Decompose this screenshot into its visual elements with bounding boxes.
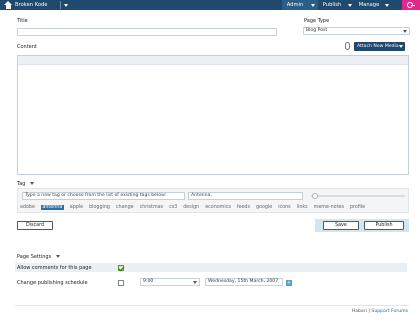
publishing-schedule-row: Change publishing schedule 9:00 Wednesda… [15, 278, 407, 287]
time-value: 9:00 [143, 279, 154, 284]
tag-hint: Type a new tag or choose from the list o… [22, 192, 185, 200]
tag-item[interactable]: antenna [40, 205, 64, 210]
divider [60, 1, 61, 9]
page-type-select[interactable]: Blog Post [303, 27, 410, 35]
tag-item[interactable]: links [297, 205, 308, 210]
allow-comments-checkbox[interactable] [118, 264, 124, 271]
tag-item[interactable]: icons [278, 205, 290, 210]
publish-menu-button[interactable]: Publish [319, 0, 345, 10]
footer: Habari | Support Forums [352, 309, 408, 314]
chevron-down-icon [30, 182, 35, 185]
site-name: Broken Kode [15, 2, 48, 8]
admin-menu-button[interactable]: Admin [282, 0, 308, 10]
publish-button[interactable]: Publish [364, 221, 404, 230]
tag-item[interactable]: google [256, 205, 272, 210]
page-type-value: Blog Post [306, 28, 328, 33]
schedule-checkbox[interactable] [118, 279, 124, 286]
chevron-down-icon [346, 0, 354, 10]
tag-label: Tag [17, 181, 26, 187]
add-date-button[interactable]: + [286, 279, 292, 286]
publish-menu-caret[interactable] [345, 0, 355, 10]
chevron-down-icon [55, 255, 60, 258]
page-settings-label: Page Settings [17, 254, 52, 260]
title-label: Title [17, 18, 28, 24]
time-select[interactable]: 9:00 [140, 278, 200, 286]
allow-comments-row: Allow comments for this page [15, 263, 407, 272]
support-forums-link[interactable]: Support Forums [371, 309, 408, 314]
allow-comments-label: Allow comments for this page [17, 265, 92, 271]
manage-menu-caret[interactable] [382, 0, 392, 10]
title-input[interactable] [17, 28, 277, 36]
admin-top-bar: Broken Kode Admin Publish Manage [0, 0, 420, 10]
page-type-label: Page Type [304, 18, 330, 24]
tag-item[interactable]: apple [70, 205, 83, 210]
tag-input[interactable]: Antenna, [188, 192, 303, 200]
tag-item[interactable]: profile [350, 205, 365, 210]
tag-item[interactable]: economics [205, 205, 231, 210]
attach-media-label: Attach New Media [357, 44, 399, 49]
power-icon [407, 2, 415, 8]
tag-slider-handle[interactable] [312, 193, 318, 199]
chevron-down-icon[interactable] [62, 0, 70, 10]
tag-panel: Type a new tag or choose from the list o… [17, 188, 409, 213]
home-icon [4, 1, 12, 9]
chevron-down-icon [399, 45, 403, 48]
editor-toolbar [18, 56, 408, 65]
chevron-down-icon [193, 281, 197, 284]
content-label: Content [17, 44, 37, 50]
page-settings-toggle[interactable]: Page Settings [17, 254, 60, 260]
tag-item[interactable]: design [183, 205, 199, 210]
attach-media-button[interactable]: Attach New Media [354, 42, 405, 51]
save-button[interactable]: Save [323, 221, 359, 230]
tag-section-label[interactable]: Tag [17, 181, 35, 187]
tag-item[interactable]: change [116, 205, 134, 210]
tag-item[interactable]: feeds [237, 205, 250, 210]
chevron-down-icon [383, 0, 391, 10]
tag-item[interactable]: meme-notes [314, 205, 344, 210]
logout-button[interactable] [402, 0, 420, 10]
tag-slider-track[interactable] [311, 195, 405, 197]
tag-item[interactable]: blogging [89, 205, 110, 210]
footer-brand: Habari [351, 309, 367, 314]
footer-separator: | [368, 309, 370, 314]
discard-button[interactable]: Discard [17, 221, 53, 230]
paperclip-icon [345, 42, 350, 50]
tag-item[interactable]: cs3 [169, 205, 177, 210]
admin-menu-caret[interactable] [308, 0, 318, 10]
chevron-down-icon [403, 30, 407, 33]
footer-divider [15, 305, 409, 306]
schedule-label: Change publishing schedule [17, 280, 88, 286]
chevron-down-icon [309, 0, 317, 10]
manage-menu-button[interactable]: Manage [356, 0, 382, 10]
content-editor[interactable] [17, 55, 409, 175]
tag-item[interactable]: adobe [20, 205, 35, 210]
tag-item[interactable]: christmas [140, 205, 163, 210]
tag-list: adobe antenna apple blogging change christmas… [20, 205, 365, 210]
date-field[interactable]: Wednesday, 15th March, 2007 [205, 278, 283, 286]
